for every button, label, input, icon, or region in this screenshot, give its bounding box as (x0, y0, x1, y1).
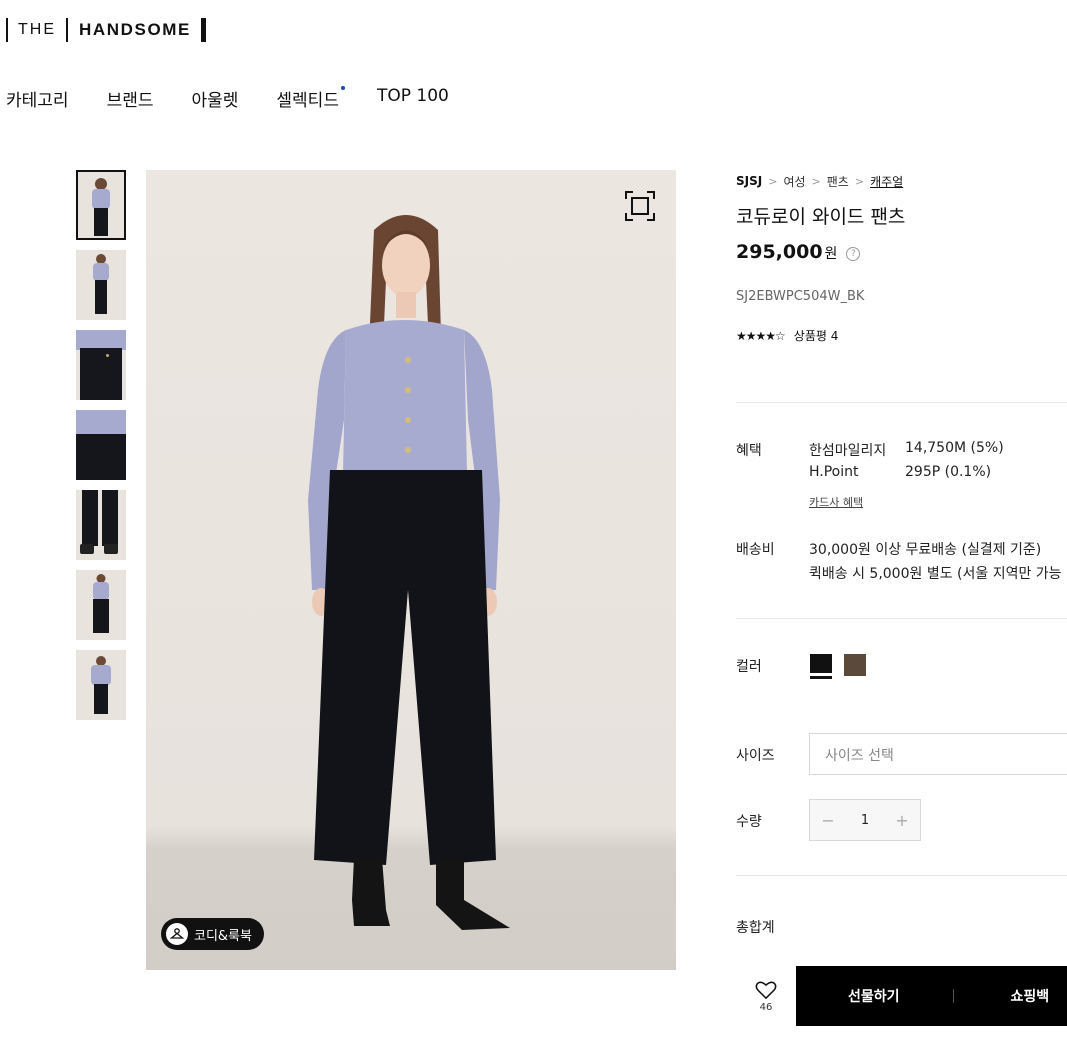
breadcrumb-casual[interactable]: 캐주얼 (870, 173, 903, 190)
color-label: 컬러 (736, 659, 762, 675)
site-logo[interactable]: THE HANDSOME (6, 17, 206, 42)
minus-icon[interactable]: − (810, 811, 846, 830)
fullscreen-zoom-icon[interactable] (624, 190, 656, 222)
thumbnail-1[interactable] (76, 170, 126, 240)
review-count: 상품평 4 (793, 329, 839, 343)
thumbnail-list (76, 170, 126, 730)
benefit-mileage-value: 14,750M (5%) (905, 440, 1004, 456)
shopping-bag-button[interactable]: 쇼핑백 (1011, 986, 1050, 1006)
codi-lookbook-label: 코디&룩북 (194, 928, 252, 944)
purchase-action-bar: 46 선물하기 쇼핑백 (736, 966, 1067, 1026)
product-name: 코듀로이 와이드 팬츠 (736, 206, 906, 228)
product-price: 295,000 (736, 241, 823, 263)
logo-bar (66, 17, 68, 42)
chevron-right-icon: > (854, 174, 865, 188)
nav-item-outlet[interactable]: 아울렛 (191, 86, 238, 111)
divider (736, 618, 1067, 619)
benefit-hpoint-value: 295P (0.1%) (905, 464, 992, 480)
breadcrumb-brand[interactable]: SJSJ (736, 174, 762, 188)
divider (736, 875, 1067, 876)
thumbnail-2[interactable] (76, 250, 126, 320)
total-label: 총합계 (736, 920, 775, 936)
help-question-icon[interactable]: ? (846, 247, 861, 261)
gift-button[interactable]: 선물하기 (848, 986, 900, 1006)
shipping-line-2: 퀵배송 시 5,000원 별도 (서울 지역만 가능 (809, 566, 1062, 582)
shipping-line-1: 30,000원 이상 무료배송 (실결제 기준) (809, 542, 1042, 558)
thumbnail-7[interactable] (76, 650, 126, 720)
color-swatch-black[interactable] (810, 654, 832, 676)
card-benefit-link[interactable]: 카드사 혜택 (809, 494, 863, 510)
size-select[interactable]: 사이즈 선택 (809, 733, 1067, 775)
breadcrumb: SJSJ > 여성 > 팬츠 > 캐주얼 (736, 170, 1067, 192)
cta-buttons: 선물하기 쇼핑백 (796, 966, 1067, 1026)
breadcrumb-women[interactable]: 여성 (783, 173, 805, 190)
wishlist-count: 46 (759, 1001, 773, 1013)
thumbnail-5[interactable] (76, 490, 126, 560)
chevron-right-icon: > (811, 174, 821, 188)
thumbnail-6[interactable] (76, 570, 126, 640)
wishlist-button[interactable]: 46 (736, 966, 796, 1026)
nav-item-brand[interactable]: 브랜드 (107, 86, 154, 111)
price-row: 295,000 원 ? (736, 241, 1067, 263)
plus-icon[interactable]: + (884, 811, 920, 830)
thumbnail-4[interactable] (76, 410, 126, 480)
new-dot-icon (340, 86, 345, 90)
quantity-stepper: − 1 + (809, 799, 921, 841)
logo-bar (6, 17, 8, 42)
benefit-mileage-name: 한섬마일리지 (809, 443, 887, 459)
nav-item-selected[interactable]: 셀렉티드 (276, 86, 345, 111)
heart-icon (755, 981, 777, 999)
logo-handsome: HANDSOME (79, 19, 191, 39)
benefit-label: 혜택 (736, 443, 762, 459)
nav-item-category[interactable]: 카테고리 (6, 86, 69, 111)
color-swatch-brown[interactable] (844, 654, 866, 676)
price-currency: 원 (824, 246, 838, 262)
button-divider (952, 989, 954, 1003)
codi-lookbook-button[interactable]: 코디&룩북 (161, 918, 264, 950)
main-nav: 카테고리 브랜드 아울렛 셀렉티드 TOP 100 (6, 86, 487, 111)
nav-item-selected-label: 셀렉티드 (276, 91, 339, 111)
quantity-label: 수량 (736, 814, 762, 830)
nav-item-top100[interactable]: TOP 100 (377, 86, 449, 111)
divider (736, 402, 1067, 403)
benefit-hpoint-name: H.Point (809, 464, 859, 480)
product-code: SJ2EBWPC504W_BK (736, 289, 865, 304)
thumbnail-3[interactable] (76, 330, 126, 400)
size-label: 사이즈 (736, 748, 775, 764)
product-info-panel: SJSJ > 여성 > 팬츠 > 캐주얼 코듀로이 와이드 팬츠 295,000… (736, 170, 1067, 1026)
rating-row[interactable]: ★★★★☆ 상품평 4 (736, 327, 1067, 344)
model-illustration (308, 215, 510, 930)
shipping-label: 배송비 (736, 542, 775, 558)
logo-the: THE (18, 20, 56, 38)
breadcrumb-pants[interactable]: 팬츠 (827, 173, 849, 190)
logo-bar (200, 17, 206, 42)
hanger-icon (166, 923, 188, 945)
rating-stars-icon: ★★★★☆ (736, 328, 786, 343)
main-product-image[interactable]: 코디&룩북 (146, 170, 676, 970)
quantity-value[interactable]: 1 (847, 813, 883, 828)
chevron-right-icon: > (768, 174, 778, 188)
